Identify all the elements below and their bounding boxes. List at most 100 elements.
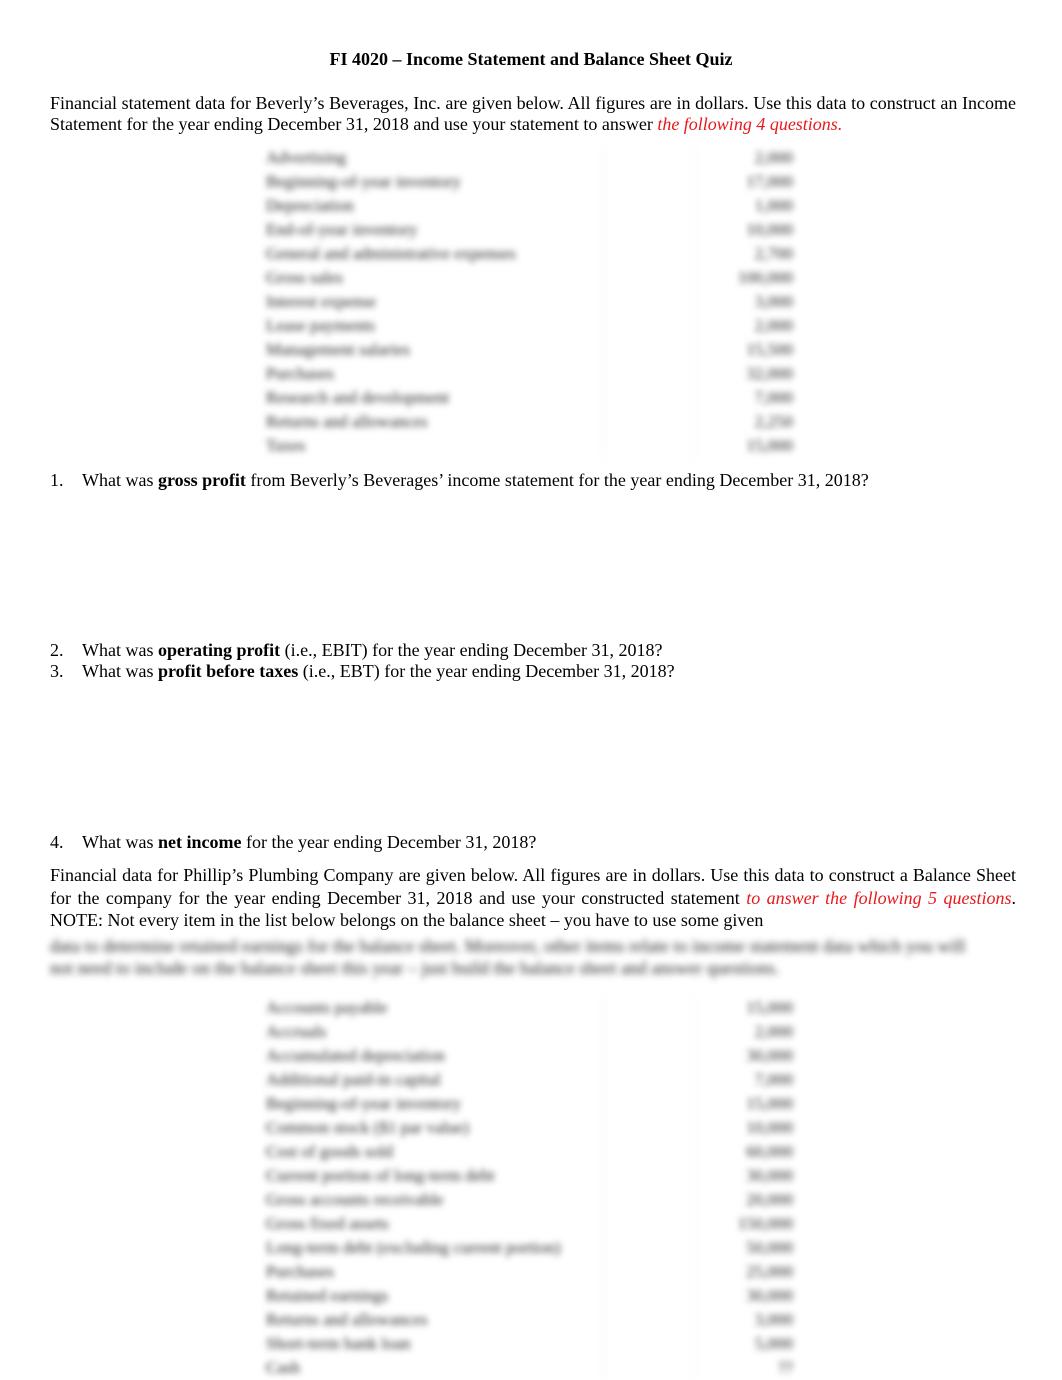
row-value: 15,000 bbox=[746, 998, 793, 1017]
table-row: Purchases 32,000 bbox=[258, 362, 803, 386]
table-row: Lease payments 2,000 bbox=[258, 314, 803, 338]
row-label: Depreciation bbox=[266, 196, 354, 215]
row-label: Additional paid-in capital bbox=[266, 1070, 441, 1089]
table-row: Beginning-of-year inventory 15,000 bbox=[258, 1092, 803, 1116]
row-value: 30,000 bbox=[746, 1286, 793, 1305]
row-value: 60,000 bbox=[746, 1142, 793, 1161]
row-value: 2,250 bbox=[754, 412, 793, 431]
row-label: Interest expense bbox=[266, 292, 376, 311]
table-row: Research and development 7,000 bbox=[258, 386, 803, 410]
row-value: 2,000 bbox=[754, 148, 793, 167]
row-value: 25,000 bbox=[746, 1262, 793, 1281]
table-row: Advertising 2,000 bbox=[258, 146, 803, 170]
row-value: 10,000 bbox=[746, 220, 793, 239]
table-row: Returns and allowances 2,250 bbox=[258, 410, 803, 434]
table-row: General and administrative expenses 2,700 bbox=[258, 242, 803, 266]
row-label: Common stock ($1 par value) bbox=[266, 1118, 470, 1137]
blurred-note-line-1: data to determine retained earnings for … bbox=[50, 936, 966, 956]
question-2: 2. What was operating profit (i.e., EBIT)… bbox=[50, 640, 663, 660]
row-value: 15,000 bbox=[746, 1094, 793, 1113]
table-row: Current portion of long-term debt 30,000 bbox=[258, 1164, 803, 1188]
row-value: ?? bbox=[777, 1358, 793, 1377]
table-row: Common stock ($1 par value) 10,000 bbox=[258, 1116, 803, 1140]
row-label: Taxes bbox=[266, 436, 306, 455]
table-row: Retained earnings 30,000 bbox=[258, 1284, 803, 1308]
row-value: 2,700 bbox=[754, 244, 793, 263]
table-row: Gross fixed assets 150,000 bbox=[258, 1212, 803, 1236]
row-label: Accruals bbox=[266, 1022, 327, 1041]
table-row: Gross sales 100,000 bbox=[258, 266, 803, 290]
row-label: Gross accounts receivable bbox=[266, 1190, 444, 1209]
page-title: FI 4020 – Income Statement and Balance S… bbox=[329, 49, 733, 69]
blurred-note-line-2: not need to include on the balance sheet… bbox=[50, 958, 780, 978]
table-row: Long-term debt (excluding current portio… bbox=[258, 1236, 803, 1260]
table-row: End-of-year inventory 10,000 bbox=[258, 218, 803, 242]
balance-data-table: Accounts payable 15,000 Accruals 2,000 Accum… bbox=[258, 996, 803, 1380]
row-label: Beginning-of-year inventory bbox=[266, 172, 461, 191]
row-value: 32,000 bbox=[746, 364, 793, 383]
balance-intro-paragraph: Financial data for Phillip’s Plumbing Co… bbox=[50, 864, 1016, 932]
row-value: 2,000 bbox=[754, 316, 793, 335]
balance-intro-highlight: to answer the following 5 questions bbox=[746, 887, 1012, 908]
row-value: 17,000 bbox=[746, 172, 793, 191]
row-value: 10,000 bbox=[746, 1118, 793, 1137]
question-3: 3. What was profit before taxes (i.e., EB… bbox=[50, 661, 675, 681]
row-label: General and administrative expenses bbox=[266, 244, 516, 263]
row-value: 20,000 bbox=[746, 1190, 793, 1209]
row-value: 50,000 bbox=[746, 1238, 793, 1257]
row-value: 3,000 bbox=[754, 292, 793, 311]
table-row: Returns and allowances 3,000 bbox=[258, 1308, 803, 1332]
row-value: 15,500 bbox=[746, 340, 793, 359]
row-value: 100,000 bbox=[737, 268, 793, 287]
row-value: 3,000 bbox=[754, 1310, 793, 1329]
row-value: 2,000 bbox=[754, 1022, 793, 1041]
table-row: Accumulated depreciation 30,000 bbox=[258, 1044, 803, 1068]
row-value: 7,000 bbox=[754, 388, 793, 407]
income-intro-text: Financial statement data for Beverly’s B… bbox=[50, 93, 1016, 134]
question-4: 4. What was net income for the year endin… bbox=[50, 832, 537, 852]
table-row: Purchases 25,000 bbox=[258, 1260, 803, 1284]
row-label: Beginning-of-year inventory bbox=[266, 1094, 461, 1113]
row-label: Accounts payable bbox=[266, 998, 388, 1017]
row-label: Cash bbox=[266, 1358, 300, 1377]
question-1: 1. What was gross profit from Beverly’s B… bbox=[50, 470, 869, 490]
row-label: Retained earnings bbox=[266, 1286, 389, 1305]
row-value: 5,000 bbox=[754, 1334, 793, 1353]
table-row: Interest expense 3,000 bbox=[258, 290, 803, 314]
income-intro-highlight: the following 4 questions. bbox=[657, 114, 843, 134]
row-label: Returns and allowances bbox=[266, 1310, 428, 1329]
income-data-table: Advertising 2,000 Beginning-of-year invent… bbox=[258, 146, 803, 458]
table-row: Additional paid-in capital 7,000 bbox=[258, 1068, 803, 1092]
table-row: Gross accounts receivable 20,000 bbox=[258, 1188, 803, 1212]
row-value: 30,000 bbox=[746, 1166, 793, 1185]
row-label: End-of-year inventory bbox=[266, 220, 418, 239]
table-row: Beginning-of-year inventory 17,000 bbox=[258, 170, 803, 194]
row-value: 150,000 bbox=[737, 1214, 793, 1233]
table-row: Depreciation 1,000 bbox=[258, 194, 803, 218]
table-row: Management salaries 15,500 bbox=[258, 338, 803, 362]
row-value: 15,000 bbox=[746, 436, 793, 455]
table-row: Accounts payable 15,000 bbox=[258, 996, 803, 1020]
row-label: Advertising bbox=[266, 148, 347, 167]
table-row: Cost of goods sold 60,000 bbox=[258, 1140, 803, 1164]
row-label: Management salaries bbox=[266, 340, 410, 359]
row-label: Purchases bbox=[266, 364, 334, 383]
row-label: Short-term bank loan bbox=[266, 1334, 411, 1353]
row-label: Cost of goods sold bbox=[266, 1142, 394, 1161]
row-label: Long-term debt (excluding current portio… bbox=[266, 1238, 561, 1257]
table-row: Taxes 15,000 bbox=[258, 434, 803, 458]
table-row: Short-term bank loan 5,000 bbox=[258, 1332, 803, 1356]
row-value: 1,000 bbox=[754, 196, 793, 215]
row-label: Returns and allowances bbox=[266, 412, 428, 431]
row-value: 7,000 bbox=[754, 1070, 793, 1089]
row-label: Research and development bbox=[266, 388, 450, 407]
row-label: Lease payments bbox=[266, 316, 376, 335]
income-intro-paragraph: Financial statement data for Beverly’s B… bbox=[50, 93, 1016, 135]
row-label: Current portion of long-term debt bbox=[266, 1166, 495, 1185]
table-row: Accruals 2,000 bbox=[258, 1020, 803, 1044]
row-label: Accumulated depreciation bbox=[266, 1046, 445, 1065]
row-label: Gross sales bbox=[266, 268, 343, 287]
row-label: Purchases bbox=[266, 1262, 334, 1281]
row-value: 30,000 bbox=[746, 1046, 793, 1065]
row-label: Gross fixed assets bbox=[266, 1214, 389, 1233]
